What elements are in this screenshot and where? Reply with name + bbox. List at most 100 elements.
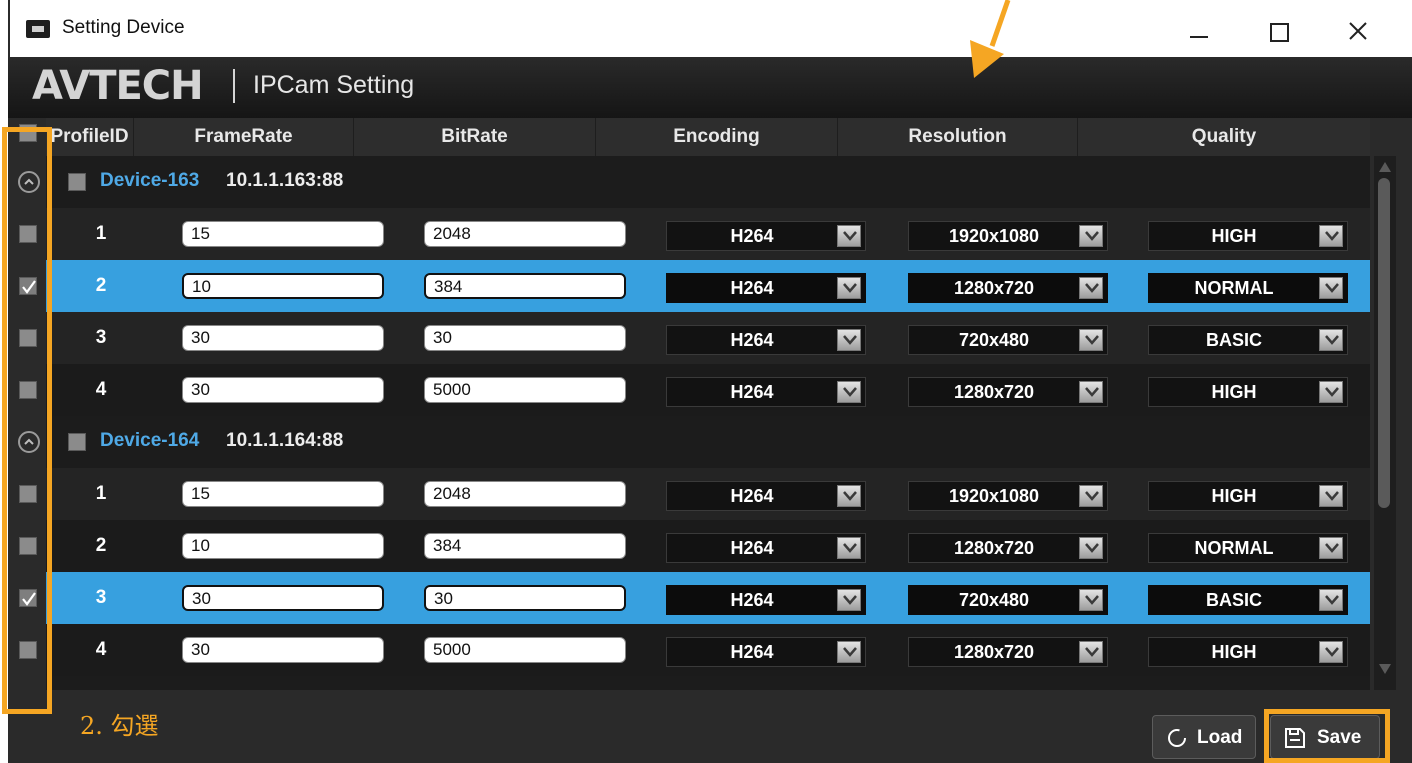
- quality-value: HIGH: [1211, 226, 1257, 246]
- encoding-value: H264: [730, 278, 774, 298]
- framerate-input[interactable]: 10: [182, 273, 384, 299]
- framerate-input[interactable]: 30: [182, 377, 384, 403]
- table-row[interactable]: 3 30 30 H264 720x480 BASIC: [46, 312, 1370, 364]
- chevron-down-icon[interactable]: [837, 537, 861, 559]
- encoding-select[interactable]: H264: [666, 481, 866, 511]
- maximize-icon[interactable]: [1254, 8, 1300, 50]
- bitrate-input[interactable]: 5000: [424, 377, 626, 403]
- encoding-select[interactable]: H264: [666, 533, 866, 563]
- framerate-input[interactable]: 15: [182, 481, 384, 507]
- quality-select[interactable]: NORMAL: [1148, 273, 1348, 303]
- quality-select[interactable]: BASIC: [1148, 585, 1348, 615]
- table-row-selected[interactable]: 3 30 30 H264 720x480 BASIC: [46, 572, 1370, 624]
- bitrate-input[interactable]: 384: [424, 273, 626, 299]
- bitrate-input[interactable]: 2048: [424, 221, 626, 247]
- quality-select[interactable]: HIGH: [1148, 481, 1348, 511]
- scrollbar-thumb[interactable]: [1378, 178, 1390, 508]
- resolution-select[interactable]: 1920x1080: [908, 481, 1108, 511]
- table-row[interactable]: 4 30 5000 H264 1280x720 HIGH: [46, 624, 1370, 676]
- quality-select[interactable]: HIGH: [1148, 377, 1348, 407]
- chevron-down-icon[interactable]: [1319, 485, 1343, 507]
- window-titlebar: Setting Device: [0, 0, 1412, 57]
- column-header-framerate[interactable]: FrameRate: [134, 118, 354, 156]
- group-checkbox[interactable]: [68, 173, 86, 191]
- chevron-down-icon[interactable]: [1079, 329, 1103, 351]
- table-row[interactable]: 4 30 5000 H264 1280x720 HIGH: [46, 364, 1370, 416]
- chevron-down-icon[interactable]: [837, 641, 861, 663]
- quality-select[interactable]: NORMAL: [1148, 533, 1348, 563]
- chevron-down-icon[interactable]: [837, 589, 861, 611]
- app-title: IPCam Setting: [253, 71, 415, 99]
- framerate-input[interactable]: 30: [182, 637, 384, 663]
- chevron-down-icon[interactable]: [837, 485, 861, 507]
- column-header-encoding[interactable]: Encoding: [596, 118, 838, 156]
- profile-id: 3: [95, 327, 107, 348]
- minimize-icon[interactable]: [1175, 8, 1221, 50]
- framerate-input[interactable]: 30: [182, 325, 384, 351]
- framerate-input[interactable]: 10: [182, 533, 384, 559]
- bitrate-input[interactable]: 30: [424, 585, 626, 611]
- encoding-select[interactable]: H264: [666, 637, 866, 667]
- bitrate-input[interactable]: 2048: [424, 481, 626, 507]
- resolution-select[interactable]: 1280x720: [908, 637, 1108, 667]
- chevron-down-icon[interactable]: [1079, 225, 1103, 247]
- quality-select[interactable]: HIGH: [1148, 637, 1348, 667]
- chevron-down-icon[interactable]: [837, 277, 861, 299]
- resolution-select[interactable]: 720x480: [908, 585, 1108, 615]
- table-row[interactable]: 1 15 2048 H264 1920x1080 HIGH: [46, 208, 1370, 260]
- column-header-profileid[interactable]: ProfileID: [46, 118, 134, 156]
- encoding-select[interactable]: H264: [666, 377, 866, 407]
- vertical-scrollbar[interactable]: [1374, 156, 1396, 690]
- resolution-select[interactable]: 720x480: [908, 325, 1108, 355]
- chevron-down-icon[interactable]: [1079, 381, 1103, 403]
- column-header-quality[interactable]: Quality: [1078, 118, 1370, 156]
- chevron-down-icon[interactable]: [1079, 485, 1103, 507]
- app-header: AVTECH IPCam Setting: [8, 57, 1412, 118]
- chevron-down-icon[interactable]: [1079, 277, 1103, 299]
- chevron-down-icon[interactable]: [1319, 277, 1343, 299]
- framerate-input[interactable]: 30: [182, 585, 384, 611]
- quality-select[interactable]: HIGH: [1148, 221, 1348, 251]
- chevron-down-icon[interactable]: [1319, 641, 1343, 663]
- resolution-value: 720x480: [958, 590, 1030, 610]
- resolution-select[interactable]: 1280x720: [908, 533, 1108, 563]
- encoding-select[interactable]: H264: [666, 325, 866, 355]
- scroll-down-icon[interactable]: [1379, 664, 1391, 674]
- chevron-down-icon[interactable]: [837, 381, 861, 403]
- group-checkbox[interactable]: [68, 433, 86, 451]
- encoding-select[interactable]: H264: [666, 585, 866, 615]
- bitrate-input[interactable]: 30: [424, 325, 626, 351]
- table-row-selected[interactable]: 2 10 384 H264 1280x720 NORMAL: [46, 260, 1370, 312]
- table-row[interactable]: 1 15 2048 H264 1920x1080 HIGH: [46, 468, 1370, 520]
- table-row[interactable]: 2 10 384 H264 1280x720 NORMAL: [46, 520, 1370, 572]
- chevron-down-icon[interactable]: [1319, 381, 1343, 403]
- encoding-value: H264: [730, 538, 774, 558]
- resolution-select[interactable]: 1280x720: [908, 377, 1108, 407]
- chevron-down-icon[interactable]: [1079, 537, 1103, 559]
- load-button[interactable]: Load: [1152, 715, 1256, 759]
- resolution-select[interactable]: 1920x1080: [908, 221, 1108, 251]
- quality-value: HIGH: [1211, 486, 1257, 506]
- column-header-bitrate[interactable]: BitRate: [354, 118, 596, 156]
- chevron-down-icon[interactable]: [1079, 589, 1103, 611]
- framerate-input[interactable]: 15: [182, 221, 384, 247]
- chevron-down-icon[interactable]: [1319, 537, 1343, 559]
- quality-value: HIGH: [1211, 642, 1257, 662]
- chevron-down-icon[interactable]: [837, 329, 861, 351]
- scroll-up-icon[interactable]: [1379, 162, 1391, 172]
- close-icon[interactable]: [1335, 8, 1381, 50]
- column-header-resolution[interactable]: Resolution: [838, 118, 1078, 156]
- bitrate-input[interactable]: 384: [424, 533, 626, 559]
- encoding-select[interactable]: H264: [666, 273, 866, 303]
- quality-select[interactable]: BASIC: [1148, 325, 1348, 355]
- resolution-value: 1920x1080: [948, 486, 1040, 506]
- bitrate-input[interactable]: 5000: [424, 637, 626, 663]
- chevron-down-icon[interactable]: [1079, 641, 1103, 663]
- chevron-down-icon[interactable]: [1319, 329, 1343, 351]
- resolution-select[interactable]: 1280x720: [908, 273, 1108, 303]
- device-group-row: Device-163 10.1.1.163:88: [46, 156, 1370, 208]
- encoding-select[interactable]: H264: [666, 221, 866, 251]
- chevron-down-icon[interactable]: [1319, 225, 1343, 247]
- chevron-down-icon[interactable]: [1319, 589, 1343, 611]
- chevron-down-icon[interactable]: [837, 225, 861, 247]
